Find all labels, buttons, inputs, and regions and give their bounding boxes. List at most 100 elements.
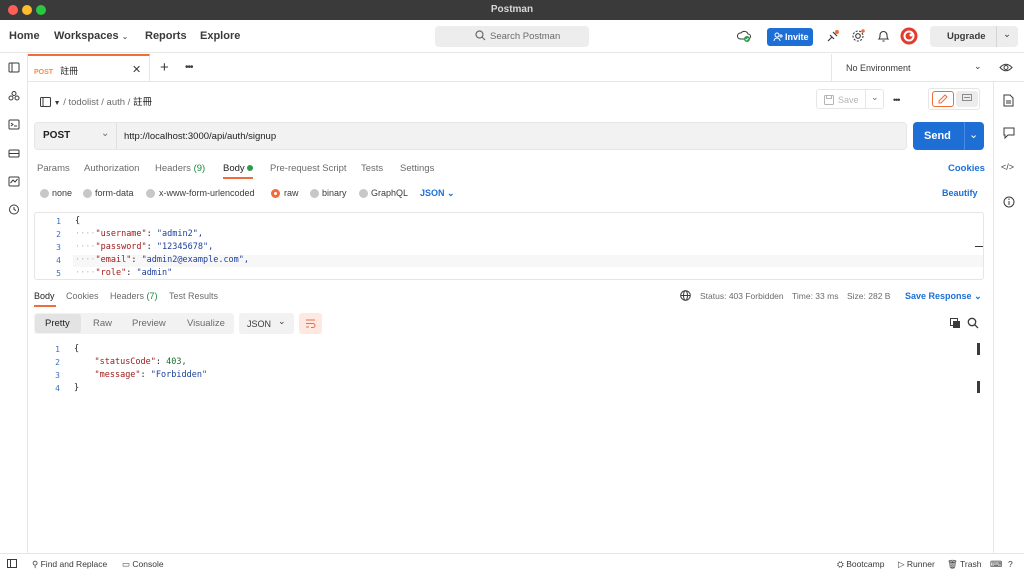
toggle-sidebar-icon[interactable]	[7, 559, 17, 568]
sync-status-icon[interactable]	[737, 29, 751, 43]
breadcrumb-collection[interactable]: todolist	[69, 97, 99, 108]
apis-icon[interactable]	[8, 91, 20, 102]
documentation-icon[interactable]	[1003, 94, 1014, 107]
radio-binary[interactable]	[310, 189, 319, 198]
search-bar[interactable]: Search Postman	[435, 26, 589, 47]
save-response-button[interactable]: Save Response ⌄	[905, 291, 982, 302]
tab-pre-request-script[interactable]: Pre-request Script	[270, 163, 347, 174]
body-format-select[interactable]: JSON ⌄	[420, 188, 455, 199]
invite-label: Invite	[785, 32, 809, 42]
edit-mode-button[interactable]	[932, 91, 954, 107]
keyboard-shortcuts-icon[interactable]: ⌨	[990, 559, 1002, 570]
save-button[interactable]: Save ⌄	[816, 89, 884, 109]
view-mode-pretty[interactable]: Pretty	[45, 313, 70, 334]
monitors-icon[interactable]	[8, 176, 20, 187]
breadcrumb-folder[interactable]: auth	[107, 97, 126, 108]
response-tab-body[interactable]: Body	[34, 291, 55, 301]
invite-button[interactable]: Invite	[767, 28, 813, 46]
trash-button[interactable]: 🗑 Trash	[947, 559, 981, 570]
tab-headers[interactable]: Headers (9)	[155, 163, 205, 174]
json-value: "admin2",	[156, 229, 203, 239]
collections-icon[interactable]	[8, 62, 20, 73]
bell-icon[interactable]	[877, 29, 890, 43]
history-icon[interactable]	[8, 204, 20, 215]
view-mode-raw[interactable]: Raw	[93, 313, 112, 334]
json-key: "username"	[95, 229, 147, 239]
json-value: 403,	[166, 357, 187, 367]
label-urlencoded: x-www-form-urlencoded	[159, 188, 255, 198]
radio-graphql[interactable]	[359, 189, 368, 198]
eye-icon[interactable]	[999, 62, 1013, 73]
runner-button[interactable]: ▷ Runner	[898, 559, 935, 570]
chevron-down-icon[interactable]: ⌄	[969, 128, 978, 141]
nav-reports[interactable]: Reports	[145, 30, 187, 42]
chevron-down-icon[interactable]: ⌄	[871, 92, 879, 103]
response-status[interactable]: Status: 403 Forbidden	[700, 291, 784, 301]
close-icon[interactable]: ✕	[132, 63, 141, 76]
chevron-down-icon[interactable]: ⌄	[1003, 29, 1011, 40]
nav-workspaces-label: Workspaces	[54, 30, 119, 42]
radio-form-data[interactable]	[83, 189, 92, 198]
response-time[interactable]: Time: 33 ms	[792, 291, 838, 301]
radio-raw[interactable]	[271, 189, 280, 198]
json-key: "password"	[95, 242, 147, 252]
beautify-link[interactable]: Beautify	[942, 188, 978, 198]
view-mode-preview[interactable]: Preview	[132, 313, 166, 334]
nav-workspaces[interactable]: Workspaces ⌄	[54, 30, 128, 42]
method-select[interactable]: POST ⌄	[35, 123, 117, 149]
url-input[interactable]: http://localhost:3000/api/auth/signup	[124, 131, 276, 142]
tab-authorization[interactable]: Authorization	[84, 163, 139, 174]
chevron-down-icon: ⌄	[278, 316, 286, 326]
more-options-icon[interactable]: •••	[893, 95, 901, 105]
response-body-viewer[interactable]: 1 2 3 4 { "statusCode": 403, "message": …	[34, 340, 984, 400]
caret-down-icon[interactable]: ▼	[54, 100, 61, 107]
tab-body[interactable]: Body	[223, 163, 254, 174]
scrollbar-marker[interactable]	[977, 381, 980, 393]
radio-urlencoded[interactable]	[146, 189, 155, 198]
scrollbar-thumb[interactable]	[977, 343, 980, 355]
info-icon[interactable]	[1003, 196, 1015, 208]
tab-params[interactable]: Params	[37, 163, 70, 174]
response-format-select[interactable]: JSON ⌄	[239, 313, 294, 334]
bootcamp-button[interactable]: ⛭ Bootcamp	[837, 559, 884, 570]
help-icon[interactable]: ?	[1008, 559, 1013, 569]
environment-selector[interactable]: No Environment ⌄	[831, 54, 1021, 82]
search-icon[interactable]	[967, 317, 979, 329]
more-tabs-icon[interactable]: •••	[185, 62, 193, 73]
response-tab-test-results[interactable]: Test Results	[169, 291, 218, 301]
radio-none[interactable]	[40, 189, 49, 198]
send-label: Send	[924, 130, 951, 142]
scrollbar-marker[interactable]	[975, 246, 983, 247]
nav-home[interactable]: Home	[9, 30, 40, 42]
upgrade-button[interactable]: Upgrade ⌄	[930, 26, 1018, 47]
satellite-icon[interactable]	[826, 29, 840, 43]
request-body-editor[interactable]: 1 2 3 4 5 { ····"username": "admin2", ··…	[34, 212, 984, 280]
tab-tests[interactable]: Tests	[361, 163, 383, 174]
gear-icon[interactable]	[851, 29, 865, 43]
console-button[interactable]: ▭ Console	[122, 559, 164, 570]
view-mode-visualize[interactable]: Visualize	[187, 313, 225, 334]
find-replace-button[interactable]: ⚲ Find and Replace	[32, 559, 107, 570]
tab-settings[interactable]: Settings	[400, 163, 434, 174]
json-key: "message"	[94, 370, 141, 380]
comments-icon[interactable]	[1003, 127, 1015, 139]
response-tab-headers[interactable]: Headers (7)	[110, 291, 158, 301]
code-icon[interactable]: </>	[1001, 162, 1014, 172]
new-tab-plus-icon[interactable]: +	[160, 59, 169, 76]
environments-icon[interactable]	[8, 119, 20, 130]
nav-explore[interactable]: Explore	[200, 30, 240, 42]
send-button[interactable]: Send ⌄	[913, 122, 984, 150]
mock-servers-icon[interactable]	[8, 148, 20, 159]
breadcrumb-request[interactable]: 註冊	[133, 97, 152, 108]
copy-icon[interactable]	[950, 318, 961, 329]
response-tab-cookies[interactable]: Cookies	[66, 291, 99, 301]
cookies-link[interactable]: Cookies	[948, 163, 985, 174]
code-line: ····"username": "admin2",	[75, 229, 203, 239]
comment-mode-button[interactable]	[956, 91, 978, 107]
request-tab[interactable]: POST 註冊 ✕	[28, 54, 150, 82]
chevron-down-icon: ⌄	[121, 32, 129, 41]
response-size[interactable]: Size: 282 B	[847, 291, 890, 301]
globe-icon[interactable]	[680, 290, 691, 301]
avatar[interactable]	[900, 27, 918, 45]
wrap-lines-button[interactable]	[299, 313, 322, 334]
